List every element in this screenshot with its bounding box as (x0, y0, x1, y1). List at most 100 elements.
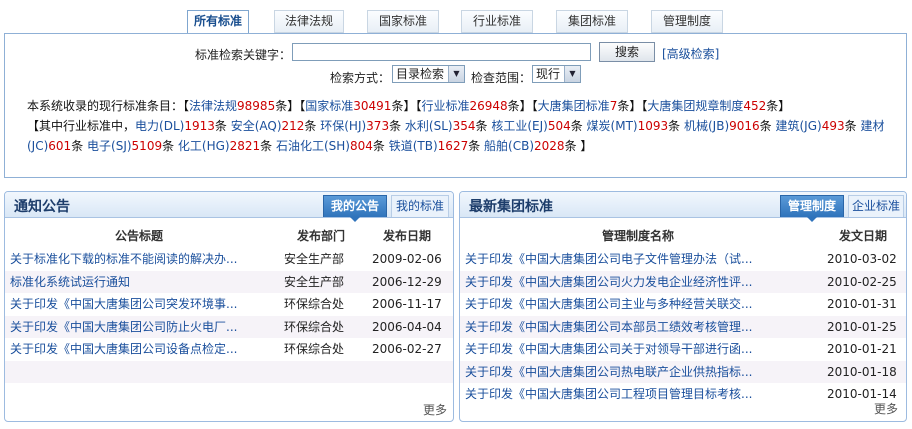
industry-ej[interactable]: 核工业(EJ) (491, 119, 548, 133)
notice-panel-title: 通知公告 (14, 199, 70, 215)
tab-industry-standards[interactable]: 行业标准 (461, 10, 533, 33)
industry-hg[interactable]: 化工(HG) (178, 139, 230, 153)
notice-dept: 环保综合处 (284, 297, 345, 311)
tab-national-standards[interactable]: 国家标准 (367, 10, 439, 33)
notice-title-link[interactable]: 关于印发《中国大唐集团公司设备点检定... (10, 338, 260, 361)
industry-count: 601 (48, 139, 72, 153)
search-mode-select[interactable]: 目录检索 ▼ (392, 65, 465, 83)
table-row[interactable]: 关于印发《中国大唐集团公司关于对领导干部进行函... 2010-01-21 (460, 338, 906, 361)
notice-title-link[interactable]: 关于印发《中国大唐集团公司防止火电厂... (10, 316, 260, 339)
industry-count: 1093 (637, 119, 669, 133)
industry-jg[interactable]: 建筑(JG) (776, 119, 822, 133)
stat-group-rules[interactable]: 大唐集团规章制度 (647, 99, 743, 113)
notice-more-link[interactable]: 更多 (423, 401, 447, 418)
industry-tb[interactable]: 铁道(TB) (389, 139, 438, 153)
col-notice-title: 公告标题 (115, 229, 164, 243)
stat-national[interactable]: 国家标准 (305, 99, 353, 113)
notice-title-link[interactable]: 关于标准化下载的标准不能阅读的解决办... (10, 248, 260, 271)
stat-unit: 条】 (766, 99, 791, 113)
rule-date: 2010-01-25 (827, 319, 897, 334)
keyword-label: 标准检索关键字： (195, 48, 292, 62)
stat-unit: 条】【 (391, 99, 422, 113)
table-row[interactable]: 标准化系统试运行通知 安全生产部 2006-12-29 (5, 270, 453, 294)
table-row[interactable]: 关于印发《中国大唐集团公司主业与多种经营关联交... 2010-01-31 (460, 293, 906, 316)
industry-aq[interactable]: 安全(AQ) (231, 119, 282, 133)
industry-jb[interactable]: 机械(JB) (684, 119, 729, 133)
col-issue-date: 发文日期 (839, 229, 888, 243)
industry-count: 804 (350, 139, 373, 153)
industry-sj[interactable]: 电子(SJ) (87, 139, 132, 153)
industry-unit: 条 (759, 119, 776, 133)
scope-value: 现行 (536, 67, 561, 81)
group-panel-header: 最新集团标准 管理制度 企业标准 (460, 192, 906, 222)
search-mode-value: 目录检索 (396, 67, 445, 81)
table-row[interactable]: 关于印发《中国大唐集团公司设备点检定... 环保综合处 2006-02-27 (5, 338, 453, 361)
stat-industry[interactable]: 行业标准 (421, 99, 469, 113)
stat-group[interactable]: 大唐集团标准 (538, 99, 610, 113)
advanced-search-link[interactable]: [高级检索] (662, 45, 719, 62)
industry-mt[interactable]: 煤炭(MT) (587, 119, 638, 133)
rule-date: 2010-03-02 (827, 252, 897, 266)
notice-panel: 通知公告 我的公告 我的标准 公告标题 发布部门 发布日期 关于标准化下载的标准… (4, 191, 454, 422)
industry-sl[interactable]: 水利(SL) (405, 119, 453, 133)
rule-title-link[interactable]: 关于印发《中国大唐集团公司热电联产企业供热指标... (465, 361, 765, 384)
keyword-input[interactable] (292, 43, 591, 61)
tab-my-notices[interactable]: 我的公告 (323, 195, 387, 222)
industry-dl[interactable]: 电力(DL) (135, 119, 184, 133)
table-row[interactable]: 关于标准化下载的标准不能阅读的解决办... 安全生产部 2009-02-06 (5, 248, 453, 271)
table-row[interactable]: 关于印发《中国大唐集团公司防止火电厂... 环保综合处 2006-04-04 (5, 315, 453, 339)
industry-unit: 条 (389, 119, 405, 133)
rule-title-link[interactable]: 关于印发《中国大唐集团公司本部员工绩效考核管理... (465, 316, 765, 339)
tab-all-standards[interactable]: 所有标准 (187, 10, 249, 34)
stat-laws[interactable]: 法律法规 (189, 99, 237, 113)
notice-list: 关于标准化下载的标准不能阅读的解决办... 安全生产部 2009-02-06 标… (5, 248, 453, 383)
industry-count: 354 (452, 119, 476, 133)
table-row[interactable]: 关于印发《中国大唐集团公司火力发电企业经济性评... 2010-02-25 (460, 270, 906, 294)
table-row[interactable]: 关于印发《中国大唐集团公司突发环境事... 环保综合处 2006-11-17 (5, 293, 453, 316)
table-row[interactable]: 关于印发《中国大唐集团公司本部员工绩效考核管理... 2010-01-25 (460, 315, 906, 339)
table-row[interactable]: 关于印发《中国大唐集团公司电子文件管理办法（试... 2010-03-02 (460, 248, 906, 271)
stat-unit: 条】【 (275, 99, 306, 113)
scope-select[interactable]: 现行 ▼ (532, 65, 581, 83)
notice-date: 2006-04-04 (372, 319, 442, 334)
industry-unit: 条 (304, 119, 321, 133)
notice-title-link[interactable]: 标准化系统试运行通知 (10, 271, 260, 294)
industry-unit: 条 (71, 139, 88, 153)
industry-cb[interactable]: 船舶(CB) (484, 139, 534, 153)
table-row[interactable]: 关于印发《中国大唐集团公司工程项目管理目标考核... 2010-01-14 (460, 383, 906, 406)
rule-title-link[interactable]: 关于印发《中国大唐集团公司主业与多种经营关联交... (465, 293, 765, 316)
search-section: 标准检索关键字： 搜索 [高级检索] 检索方式： 目录检索 ▼ 检查范围： 现行… (4, 33, 907, 178)
tab-management-system[interactable]: 管理制度 (780, 195, 844, 222)
rule-title-link[interactable]: 关于印发《中国大唐集团公司火力发电企业经济性评... (465, 271, 765, 294)
standards-statistics: 本系统收录的现行标准条目：【法律法规98985条】【国家标准30491条】【行业… (27, 96, 897, 156)
tab-management-rules[interactable]: 管理制度 (651, 10, 723, 33)
notice-dept: 环保综合处 (284, 319, 345, 334)
table-row[interactable]: 关于印发《中国大唐集团公司热电联产企业供热指标... 2010-01-18 (460, 360, 906, 384)
stats-intro: 本系统收录的现行标准条目：【 (27, 99, 190, 113)
rule-title-link[interactable]: 关于印发《中国大唐集团公司工程项目管理目标考核... (465, 383, 765, 406)
industry-hj[interactable]: 环保(HJ) (320, 119, 366, 133)
stat-industry-count: 26948 (469, 99, 508, 113)
tab-my-standards[interactable]: 我的标准 (391, 195, 449, 217)
industry-count: 1913 (184, 119, 215, 133)
industry-end: 】 (580, 139, 593, 153)
rule-title-link[interactable]: 关于印发《中国大唐集团公司关于对领导干部进行函... (465, 338, 765, 361)
industry-sh[interactable]: 石油化工(SH) (276, 139, 350, 153)
notice-date: 2009-02-06 (372, 252, 442, 266)
chevron-down-icon[interactable]: ▼ (448, 66, 464, 82)
industry-unit: 条 (372, 139, 389, 153)
search-button[interactable]: 搜索 (599, 42, 655, 62)
tab-laws-regulations[interactable]: 法律法规 (274, 10, 344, 33)
industry-unit: 条 (260, 139, 276, 153)
industry-count: 373 (366, 119, 390, 133)
table-row-empty (5, 360, 453, 383)
industry-count: 2821 (229, 139, 261, 153)
industry-count: 2028 (534, 139, 565, 153)
notice-title-link[interactable]: 关于印发《中国大唐集团公司突发环境事... (10, 293, 260, 316)
chevron-down-icon[interactable]: ▼ (564, 66, 580, 82)
rule-title-link[interactable]: 关于印发《中国大唐集团公司电子文件管理办法（试... (465, 248, 765, 271)
rule-date: 2010-01-18 (827, 364, 897, 379)
tab-enterprise-standards[interactable]: 企业标准 (848, 195, 904, 217)
tab-group-standards[interactable]: 集团标准 (556, 10, 628, 33)
group-more-link[interactable]: 更多 (874, 400, 898, 417)
